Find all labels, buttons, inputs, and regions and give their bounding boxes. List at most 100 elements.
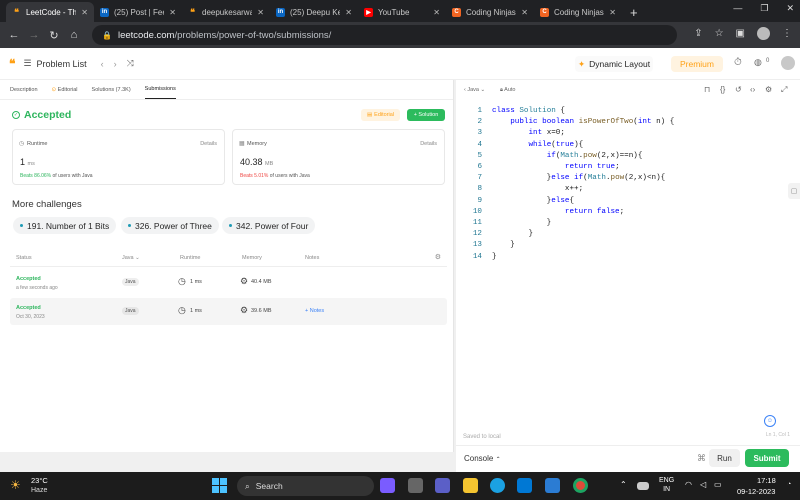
ms-store-icon[interactable] (517, 478, 532, 493)
code-line[interactable]: public boolean isPowerOfTwo(int n) { (492, 117, 674, 128)
close-window-icon[interactable]: ✕ (786, 3, 794, 14)
challenge-chip[interactable]: 191. Number of 1 Bits (13, 217, 117, 234)
forward-icon[interactable]: → (24, 29, 44, 41)
code-line[interactable]: return false; (492, 207, 624, 218)
reload-icon[interactable]: ↻ (44, 29, 64, 42)
close-tab-icon[interactable]: ✕ (433, 8, 440, 17)
code-line[interactable]: return true; (492, 162, 620, 173)
premium-button[interactable]: Premium (671, 56, 723, 72)
code-line[interactable]: } (492, 240, 515, 251)
home-icon[interactable]: ⌂ (64, 29, 84, 41)
browser-tab[interactable]: ❝ deepukesarwa ✕ (182, 2, 270, 22)
wifi-icon[interactable]: ◠ (685, 480, 692, 489)
challenge-chip[interactable]: 342. Power of Four (222, 217, 316, 234)
notification-bell-icon[interactable]: ◔ (787, 481, 791, 488)
bookmark-star-icon[interactable]: ☆ (715, 28, 724, 39)
menu-icon[interactable]: ⋮ (782, 28, 792, 39)
submit-button[interactable]: Submit (745, 449, 789, 467)
tab-description[interactable]: Description (10, 87, 38, 93)
teams-icon[interactable] (435, 478, 450, 493)
share-icon[interactable]: ⇪ (694, 28, 702, 39)
solution-button[interactable]: + Solution (407, 109, 445, 121)
next-problem-icon[interactable]: › (114, 59, 117, 69)
code-line[interactable]: } (492, 252, 497, 263)
dynamic-layout-button[interactable]: ✦ Dynamic Layout (575, 56, 654, 72)
task-view-icon[interactable] (408, 478, 423, 493)
browser-tab[interactable]: C Coding Ninjas ✕ (534, 2, 622, 22)
browser-tab[interactable]: ▶ YouTube ✕ (358, 2, 446, 22)
clock-time[interactable]: 17:18 (757, 476, 776, 485)
language-filter[interactable]: Java ⌄ (122, 255, 140, 261)
challenge-chip[interactable]: 326. Power of Three (121, 217, 219, 234)
browser-tab[interactable]: in (25) Deepu Ke ✕ (270, 2, 358, 22)
chrome-icon[interactable] (573, 478, 588, 493)
status-column[interactable]: Status (16, 255, 32, 261)
code-line[interactable]: }else{ (492, 196, 574, 207)
code-line[interactable]: while(true){ (492, 140, 583, 151)
profile-avatar[interactable] (757, 27, 770, 40)
tray-chevron-icon[interactable]: ⌃ (620, 480, 627, 489)
code-line[interactable]: } (492, 218, 552, 229)
memory-card[interactable]: ▦ Memory Details 40.38 MB Beats 5.01% of… (232, 129, 445, 185)
console-toggle[interactable]: Console ⌃ (464, 454, 501, 463)
restore-icon[interactable]: ❐ (760, 3, 768, 14)
back-icon[interactable]: ← (4, 29, 24, 41)
url-field[interactable]: 🔒 leetcode.com/problems/power-of-two/sub… (92, 25, 677, 45)
close-tab-icon[interactable]: ✕ (521, 8, 528, 17)
close-tab-icon[interactable]: ✕ (81, 8, 88, 17)
auto-mode-toggle[interactable]: 🔒︎ Auto (500, 87, 516, 94)
browser-tab[interactable]: C Coding Ninjas ✕ (446, 2, 534, 22)
streak-icon[interactable]: ◍ (754, 57, 762, 68)
timer-icon[interactable]: ⏱ (734, 57, 742, 68)
browser-tab[interactable]: in (25) Post | Fee ✕ (94, 2, 182, 22)
runtime-details-link[interactable]: Details (200, 141, 217, 147)
taskbar-search[interactable]: ⌕ Search (237, 476, 374, 496)
file-explorer-icon[interactable] (463, 478, 478, 493)
feedback-icon[interactable]: ☺ (764, 415, 776, 427)
windows-start-icon[interactable] (212, 478, 227, 493)
volume-icon[interactable]: ◁ (700, 480, 706, 489)
new-tab-button[interactable]: + (622, 2, 646, 22)
battery-icon[interactable]: ▭ (714, 480, 722, 489)
braces-icon[interactable]: {} (720, 85, 725, 94)
editorial-button[interactable]: ▤ Editorial (361, 109, 400, 121)
problem-list-link[interactable]: Problem List (37, 59, 87, 69)
list-icon[interactable]: ☰ (23, 58, 31, 69)
settings-icon[interactable]: ⚙ (765, 85, 772, 94)
code-line[interactable]: } (492, 229, 533, 240)
close-tab-icon[interactable]: ✕ (345, 8, 352, 17)
input-language[interactable]: ENG IN (659, 476, 674, 494)
leetcode-logo[interactable]: ❝ (9, 57, 15, 71)
tab-solutions[interactable]: Solutions (7.3K) (92, 87, 131, 93)
sidepanel-icon[interactable]: ▣ (736, 28, 745, 39)
code-line[interactable]: int x=0; (492, 128, 564, 139)
table-row[interactable]: Accepted a few seconds ago Java ◷ 1 ms ⚙… (10, 269, 447, 296)
run-button[interactable]: Run (709, 449, 740, 467)
edge-icon[interactable] (490, 478, 505, 493)
bookmark-icon[interactable]: ⊓ (704, 85, 710, 94)
code-line[interactable]: if(Math.pow(2,x)==n){ (492, 151, 643, 162)
minimize-icon[interactable]: — (733, 3, 742, 14)
user-avatar[interactable] (781, 56, 795, 70)
table-row[interactable]: Accepted Oct 30, 2023 Java ◷ 1 ms ⚙ 39.6… (10, 298, 447, 325)
language-select[interactable]: ‹ Java ⌄ (464, 87, 485, 93)
runtime-card[interactable]: ◷ Runtime Details 1 ms Beats 86.06% of u… (12, 129, 225, 185)
add-notes-link[interactable]: + Notes (305, 308, 324, 314)
side-doc-icon[interactable]: ▢ (788, 183, 800, 199)
code-icon[interactable]: ‹› (750, 85, 755, 94)
store-app-icon[interactable] (380, 478, 395, 493)
close-tab-icon[interactable]: ✕ (609, 8, 616, 17)
prev-problem-icon[interactable]: ‹ (101, 59, 104, 69)
browser-tab[interactable]: ❝ LeetCode - Th ✕ (6, 2, 94, 22)
close-tab-icon[interactable]: ✕ (169, 8, 176, 17)
memory-details-link[interactable]: Details (420, 141, 437, 147)
weather-temp[interactable]: 23°C (31, 476, 48, 485)
reset-icon[interactable]: ↺ (735, 85, 742, 94)
mail-icon[interactable] (545, 478, 560, 493)
site-info-icon[interactable]: 🔒 (102, 31, 112, 40)
code-line[interactable]: class Solution { (492, 106, 565, 117)
code-line[interactable]: x++; (492, 184, 583, 195)
onedrive-icon[interactable] (637, 482, 649, 490)
code-line[interactable]: }else if(Math.pow(2,x)<n){ (492, 173, 666, 184)
tab-editorial[interactable]: ⊙ Editorial (52, 87, 78, 93)
